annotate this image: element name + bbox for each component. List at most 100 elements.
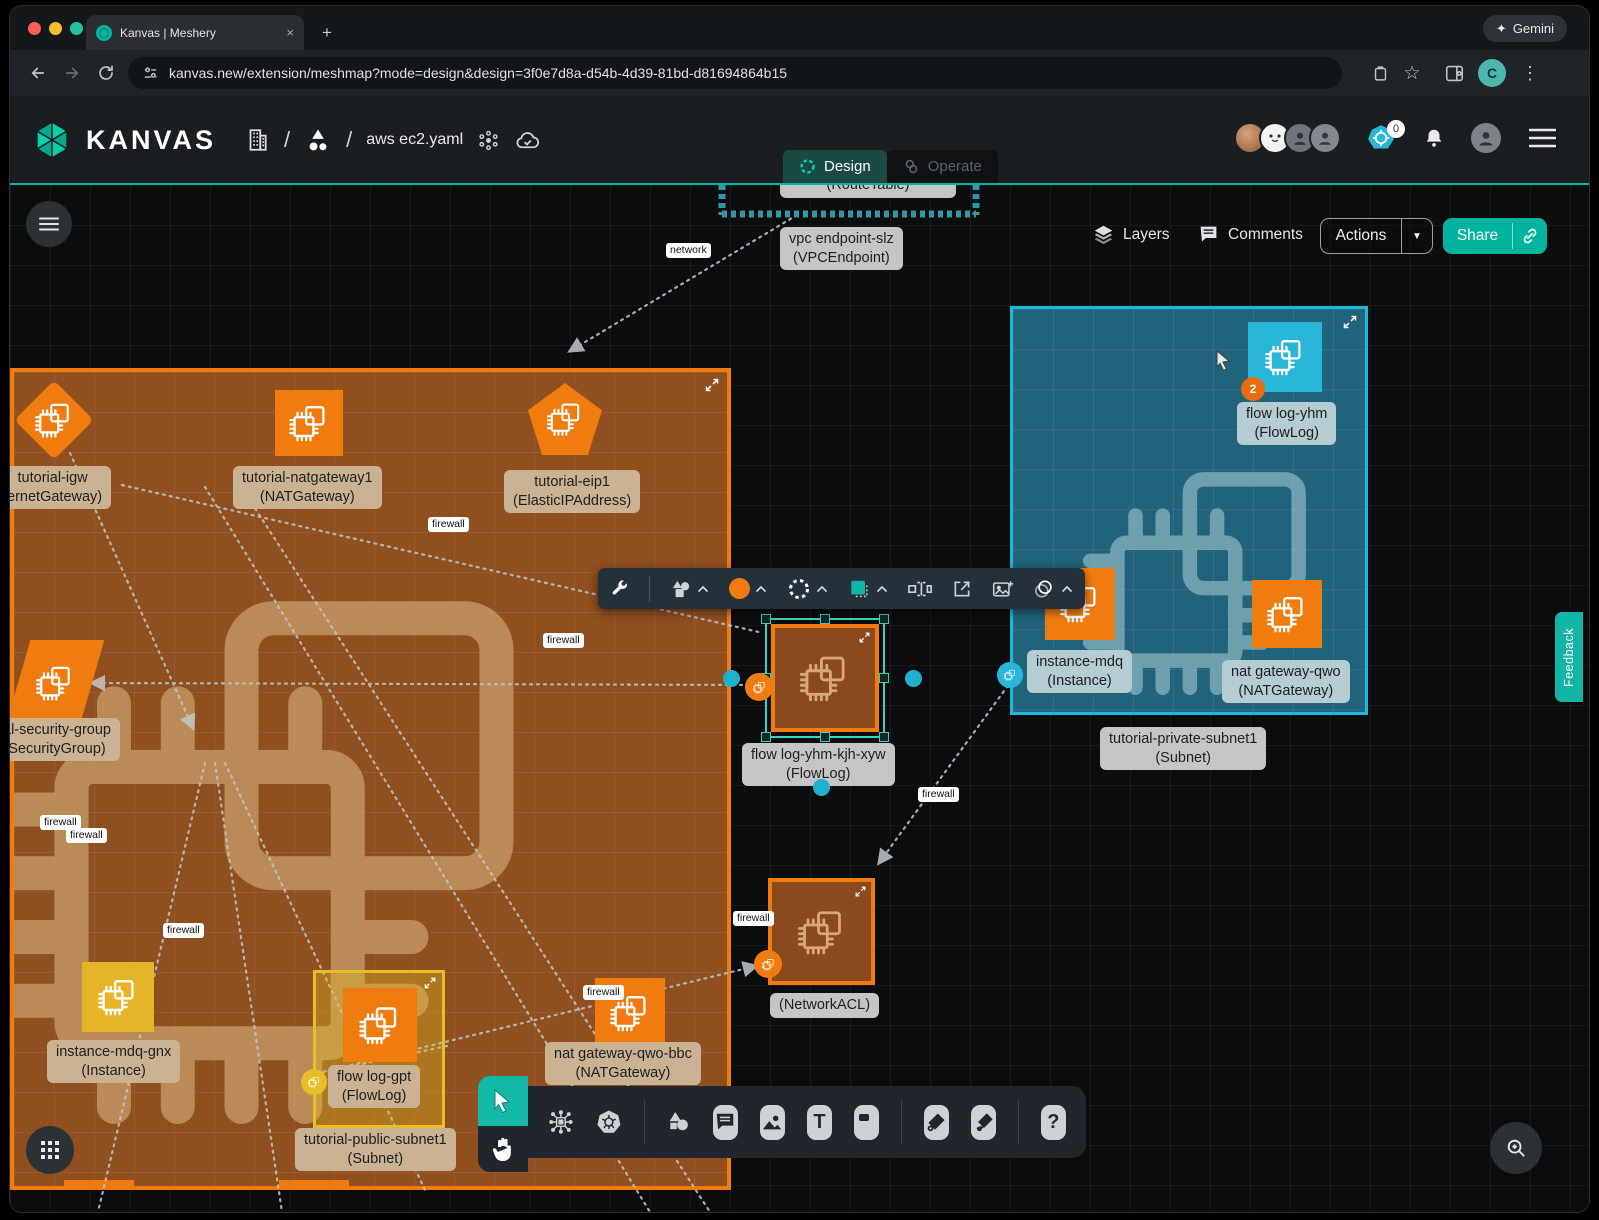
zoom-window-button[interactable] bbox=[70, 22, 83, 35]
tab-operate[interactable]: Operate bbox=[887, 150, 998, 183]
fill-style-tool[interactable] bbox=[848, 578, 888, 600]
share-link-icon[interactable] bbox=[1513, 227, 1547, 245]
gemini-button[interactable]: ✦ Gemini bbox=[1483, 15, 1567, 42]
provider-badge[interactable]: 0 bbox=[1367, 124, 1395, 152]
freehand-tool-icon[interactable] bbox=[971, 1105, 996, 1140]
group-tool[interactable] bbox=[1034, 579, 1073, 599]
mesh-components-icon[interactable] bbox=[548, 1104, 574, 1140]
network-acl-badge[interactable] bbox=[754, 950, 782, 978]
resize-handle[interactable] bbox=[879, 614, 889, 624]
rectangle-tool-icon[interactable] bbox=[854, 1105, 879, 1140]
back-icon[interactable] bbox=[26, 61, 50, 85]
color-picker-tool[interactable] bbox=[729, 578, 767, 599]
flow-log-gpt-badge[interactable] bbox=[301, 1069, 327, 1095]
node-label-routetable[interactable]: (RouteTable) bbox=[780, 185, 956, 198]
node-security-group[interactable] bbox=[18, 640, 92, 726]
browser-profile-avatar[interactable]: C bbox=[1478, 59, 1506, 87]
node-flow-log-gpt[interactable] bbox=[343, 988, 417, 1062]
node-label-instance-mdq-gnx[interactable]: instance-mdq-gnx(Instance) bbox=[47, 1040, 180, 1083]
select-tool[interactable] bbox=[478, 1076, 528, 1126]
share-button[interactable]: Share bbox=[1443, 218, 1547, 254]
tab-close-icon[interactable]: × bbox=[286, 25, 294, 40]
selected-node-badge[interactable] bbox=[745, 673, 773, 701]
collaborator-avatar[interactable] bbox=[1309, 122, 1341, 154]
node-network-acl[interactable] bbox=[768, 878, 875, 985]
user-avatar[interactable] bbox=[1469, 121, 1503, 155]
border-style-tool[interactable] bbox=[787, 577, 828, 601]
header-menu-icon[interactable] bbox=[1529, 128, 1556, 148]
zoom-search-button[interactable] bbox=[1490, 1122, 1542, 1174]
resize-handle[interactable] bbox=[761, 732, 771, 742]
design-canvas[interactable]: (RouteTable) vpc endpoint-slz(VPCEndpoin… bbox=[10, 185, 1589, 1212]
address-bar[interactable]: kanvas.new/extension/meshmap?mode=design… bbox=[128, 57, 1342, 89]
save-icon[interactable] bbox=[1368, 61, 1392, 85]
node-label-private-subnet[interactable]: tutorial-private-subnet1(Subnet) bbox=[1100, 727, 1266, 770]
node-label-nat-gateway-qwo[interactable]: nat gateway-qwo(NATGateway) bbox=[1222, 660, 1350, 703]
node-label-nat-gateway-qwo-bbc[interactable]: nat gateway-qwo-bbc(NATGateway) bbox=[545, 1042, 701, 1085]
browser-menu-icon[interactable]: ⋮ bbox=[1518, 61, 1542, 85]
collapse-node-icon[interactable] bbox=[1343, 315, 1357, 329]
collapse-node-icon[interactable] bbox=[859, 632, 870, 643]
node-label-flow-log-gpt[interactable]: flow log-gpt(FlowLog) bbox=[328, 1065, 420, 1108]
browser-tab[interactable]: Kanvas | Meshery × bbox=[86, 15, 304, 50]
node-eip1[interactable] bbox=[528, 383, 602, 455]
site-info-icon[interactable] bbox=[142, 65, 159, 82]
node-label-natgateway1[interactable]: tutorial-natgateway1(NATGateway) bbox=[233, 466, 382, 509]
organization-icon[interactable] bbox=[244, 127, 270, 153]
private-subnet-badge[interactable] bbox=[997, 662, 1023, 688]
workspace-icon[interactable] bbox=[304, 126, 332, 154]
connection-dot[interactable] bbox=[723, 670, 740, 687]
add-image-icon[interactable] bbox=[992, 579, 1014, 599]
node-natgateway1[interactable] bbox=[275, 390, 343, 456]
connection-dot[interactable] bbox=[813, 779, 830, 796]
resize-handle[interactable] bbox=[820, 614, 830, 624]
node-label-public-subnet[interactable]: tutorial-public-subnet1(Subnet) bbox=[295, 1128, 456, 1171]
text-tool-icon[interactable]: T bbox=[807, 1105, 832, 1140]
node-nat-gateway-qwo[interactable] bbox=[1252, 580, 1322, 648]
node-internet-gateway[interactable] bbox=[22, 388, 86, 452]
reload-icon[interactable] bbox=[94, 61, 118, 85]
open-in-new-icon[interactable] bbox=[952, 579, 972, 599]
kubernetes-icon[interactable] bbox=[596, 1104, 622, 1140]
node-label-igw[interactable]: tutorial-igwternetGateway) bbox=[10, 466, 111, 509]
node-instance-mdq-gnx[interactable] bbox=[82, 962, 154, 1032]
actions-button[interactable]: Actions ▼ bbox=[1320, 218, 1433, 254]
side-panel-icon[interactable] bbox=[1442, 61, 1466, 85]
shapes-tool-icon[interactable] bbox=[666, 1106, 690, 1138]
collapse-node-icon[interactable] bbox=[424, 977, 436, 989]
canvas-menu-button[interactable] bbox=[26, 201, 72, 247]
minimize-window-button[interactable] bbox=[49, 22, 62, 35]
resize-handle[interactable] bbox=[820, 732, 830, 742]
resize-handle[interactable] bbox=[879, 732, 889, 742]
resize-handle[interactable] bbox=[879, 673, 889, 683]
design-file-name[interactable]: aws ec2.yaml bbox=[366, 131, 463, 149]
resize-handle[interactable] bbox=[761, 614, 771, 624]
rename-icon[interactable] bbox=[908, 580, 932, 598]
edge-pen-tool-icon[interactable] bbox=[924, 1105, 949, 1140]
node-partial[interactable] bbox=[279, 1180, 349, 1190]
collapse-node-icon[interactable] bbox=[855, 886, 866, 897]
new-tab-icon[interactable]: + bbox=[322, 24, 332, 41]
tab-design[interactable]: Design bbox=[783, 150, 887, 183]
node-label-vpc-endpoint[interactable]: vpc endpoint-slz(VPCEndpoint) bbox=[780, 227, 903, 270]
node-partial[interactable] bbox=[64, 1180, 134, 1190]
mesh-sync-icon[interactable] bbox=[477, 129, 500, 152]
help-button[interactable]: ? bbox=[1041, 1105, 1066, 1140]
node-label-security-group[interactable]: al-security-groupSecurityGroup) bbox=[10, 718, 120, 761]
layers-button[interactable]: Layers bbox=[1093, 224, 1170, 245]
node-flow-log-selected[interactable] bbox=[765, 618, 885, 738]
collapse-node-icon[interactable] bbox=[705, 378, 719, 392]
bell-icon[interactable] bbox=[1423, 126, 1445, 150]
node-label-flow-log-yhm[interactable]: flow log-yhm(FlowLog) bbox=[1237, 402, 1336, 445]
comment-tool-icon[interactable] bbox=[713, 1105, 738, 1140]
shapes-tool[interactable] bbox=[670, 579, 709, 599]
node-label-eip1[interactable]: tutorial-eip1(ElasticIPAddress) bbox=[504, 470, 640, 513]
widgets-grid-button[interactable] bbox=[26, 1126, 74, 1174]
configure-wrench-icon[interactable] bbox=[610, 579, 629, 598]
pan-tool[interactable] bbox=[478, 1126, 528, 1172]
comments-button[interactable]: Comments bbox=[1198, 224, 1303, 245]
feedback-tab[interactable]: Feedback bbox=[1555, 612, 1583, 702]
close-window-button[interactable] bbox=[28, 22, 41, 35]
node-label-network-acl[interactable]: (NetworkACL) bbox=[770, 993, 879, 1018]
connection-dot[interactable] bbox=[905, 670, 922, 687]
